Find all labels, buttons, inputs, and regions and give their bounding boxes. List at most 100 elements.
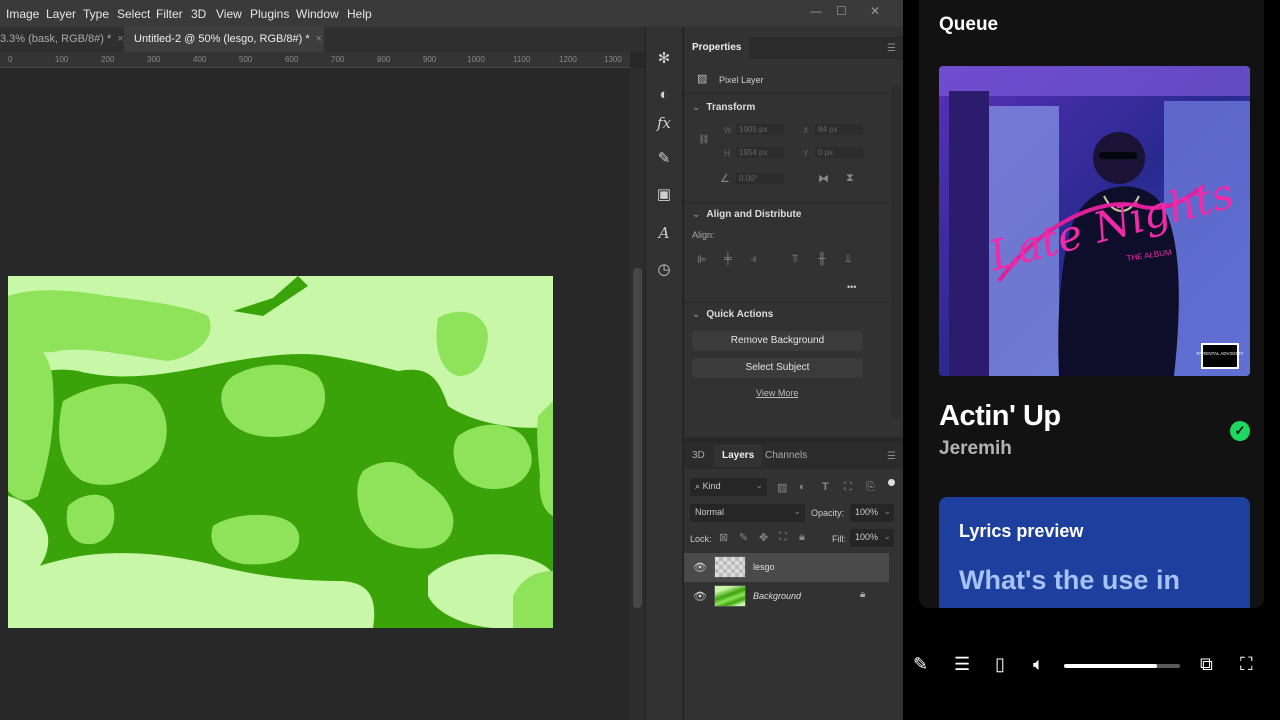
menu-window[interactable]: Window [296,7,339,21]
layer-row-lesgo[interactable]: 👁︎ lesgo [684,553,889,582]
menu-type[interactable]: Type [83,7,109,21]
x-field[interactable]: 84 px [815,124,863,135]
canvas-area[interactable] [0,68,630,720]
view-more-link[interactable]: View More [756,388,798,398]
volume-slider[interactable] [1064,664,1180,668]
height-field[interactable]: 1954 px [736,147,784,158]
miniplayer-icon[interactable]: ⧉ [1200,655,1213,673]
link-icon[interactable]: ⛓ [698,134,709,145]
width-field[interactable]: 1905 px [736,124,784,135]
menu-view[interactable]: View [216,7,242,21]
minimize-icon[interactable]: — [810,4,822,18]
h-label: H [724,149,730,158]
ruler-tick: 1100 [513,55,531,64]
fullscreen-icon[interactable]: ⛶ [1240,655,1253,673]
ruler-tick: 300 [147,55,161,64]
menu-select[interactable]: Select [117,7,150,21]
filter-shape-icon[interactable]: ⛶ [844,481,852,494]
close-icon[interactable]: ✕ [870,4,880,18]
track-title[interactable]: Actin' Up [939,400,1061,433]
transform-title: Transform [706,102,756,113]
close-tab-icon[interactable]: × [117,33,123,45]
filter-pixel-icon[interactable]: ▨ [777,481,787,494]
align-center-h-icon[interactable]: ╪ [724,253,732,265]
lock-position-icon[interactable]: ✥ [759,531,768,544]
fill-field[interactable]: 100% ⌄ [850,529,894,547]
panel-menu-icon[interactable]: ☰ [887,43,896,54]
align-right-icon[interactable]: ⫣ [750,253,757,266]
align-top-icon[interactable]: ⫪ [792,253,798,266]
scrollbar-thumb[interactable] [633,268,642,608]
adjustments-icon[interactable]: ◐ [654,85,674,105]
menu-image[interactable]: Image [6,7,39,21]
flip-horizontal-icon[interactable]: ⧓ [818,172,829,185]
lock-transparent-icon[interactable]: ⊠ [719,531,728,544]
tab-layers[interactable]: Layers [714,445,763,467]
menu-layer[interactable]: Layer [46,7,76,21]
history-icon[interactable]: ◷ [654,260,674,280]
blend-mode-select[interactable]: Normal ⌄ [690,504,805,522]
quick-actions-header[interactable]: ⌄ Quick Actions [692,309,773,320]
lyrics-preview-card[interactable]: Lyrics preview What's the use in [939,497,1250,608]
remove-background-button[interactable]: Remove Background [692,331,863,351]
tab-untitled-2[interactable]: Untitled-2 @ 50% (lesgo, RGB/8#) * × [124,27,324,52]
select-subject-button[interactable]: Select Subject [692,358,863,378]
character-icon[interactable]: A [654,223,674,243]
transform-header[interactable]: ⌄ Transform [692,102,755,113]
eye-icon[interactable]: 👁︎ [693,590,707,603]
lock-all-icon[interactable]: 🔒︎ [799,531,805,544]
filter-type-icon[interactable]: T [822,481,829,493]
close-tab-icon[interactable]: × [316,33,322,45]
tab-3d[interactable]: 3D [684,445,713,467]
libraries-icon[interactable]: ▣ [654,185,674,205]
brush-settings-icon[interactable]: ✎ [654,149,674,169]
lock-artboard-icon[interactable]: ⛶ [779,531,787,544]
opacity-label: Opacity: [811,508,845,518]
maximize-icon[interactable]: ☐ [836,4,847,18]
saved-check-icon[interactable]: ✓ [1230,421,1250,441]
flip-vertical-icon[interactable]: ⧗ [846,172,854,185]
align-left-icon[interactable]: ⊫ [697,253,707,266]
connect-device-icon[interactable]: ▯ [995,655,1005,673]
filter-kind-select[interactable]: ⌕ Kind ⌄ [690,478,767,496]
more-options-icon[interactable]: ••• [847,282,856,292]
lock-image-icon[interactable]: ✎ [739,531,748,544]
filter-smart-object-icon[interactable]: ⎘ [866,481,875,494]
layers-menu-icon[interactable]: ☰ [887,451,896,462]
menu-help[interactable]: Help [347,7,372,21]
ruler-tick: 800 [377,55,391,64]
microphone-icon[interactable]: ✎ [913,655,928,673]
divider [684,202,889,203]
album-art[interactable]: Late Nights THE ALBUM PARENTAL ADVISORY [939,66,1250,376]
align-bottom-icon[interactable]: ⫫ [845,253,851,266]
opacity-field[interactable]: 100% ⌄ [850,504,894,522]
lock-icon: 🔒︎ [860,589,866,600]
tab-properties[interactable]: Properties [684,37,750,59]
filter-toggle-icon[interactable] [888,479,895,486]
eye-icon[interactable]: 👁︎ [693,561,707,574]
angle-field[interactable]: 0.00° [736,173,784,184]
tab-channels[interactable]: Channels [757,445,815,467]
lyrics-line: What's the use in [959,565,1180,595]
menu-filter[interactable]: Filter [156,7,183,21]
tab-bask[interactable]: 3.3% (bask, RGB/8#) * × [0,27,124,52]
menu-3d[interactable]: 3D [191,7,206,21]
align-middle-v-icon[interactable]: ╫ [818,253,826,265]
document-canvas[interactable] [8,276,553,628]
artist-name[interactable]: Jeremih [939,438,1012,460]
align-title: Align and Distribute [706,209,802,220]
learn-icon[interactable]: ✻ [654,49,674,69]
menu-plugins[interactable]: Plugins [250,7,289,21]
y-field[interactable]: 0 px [815,147,863,158]
layer-row-background[interactable]: 👁︎ Background 🔒︎ [684,582,889,611]
volume-icon[interactable]: 🔈︎ [1033,655,1044,673]
queue-icon[interactable]: ☰ [954,655,970,673]
lyrics-heading: Lyrics preview [959,521,1084,541]
canvas-scrollbar[interactable] [630,68,645,720]
properties-scrollbar[interactable] [891,87,901,417]
filter-adjustment-icon[interactable]: ◐ [799,481,806,493]
styles-fx-icon[interactable]: fx [654,113,674,133]
layers-tabbar: 3D Layers Channels ☰ [684,443,904,469]
ruler-tick: 400 [193,55,207,64]
align-header[interactable]: ⌄ Align and Distribute [692,209,801,220]
